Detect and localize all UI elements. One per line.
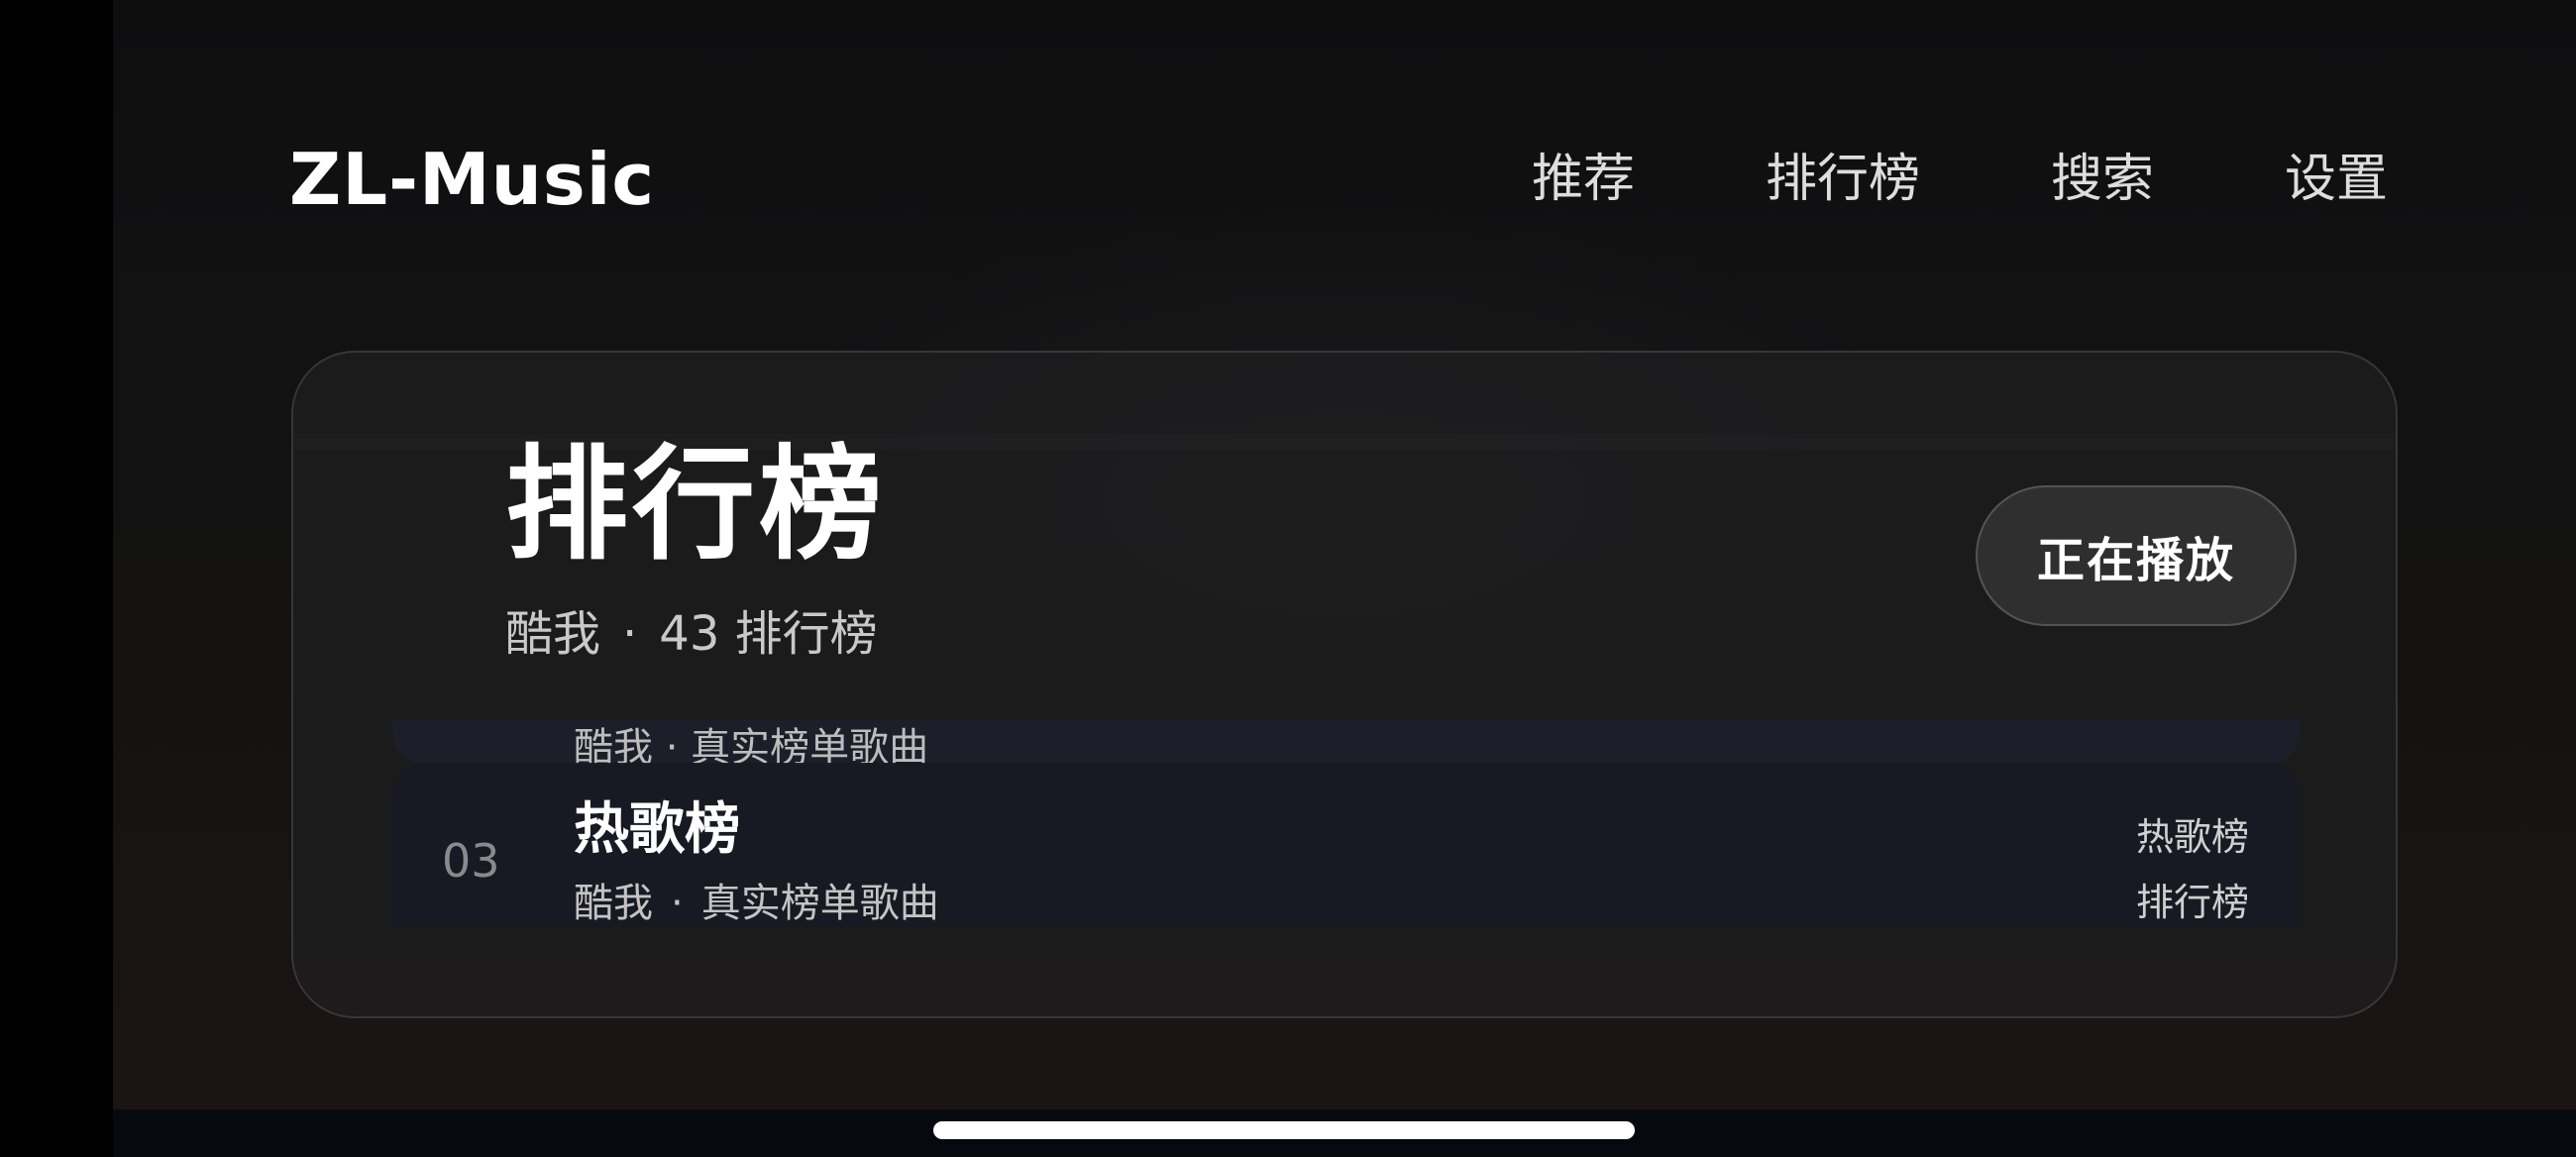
- screen: ZL-Music 推荐 排行榜 搜索 设置 排行榜 酷我 · 43 排行榜 正在播放…: [0, 0, 2576, 1157]
- list-item-index: 03: [442, 834, 500, 888]
- charts-panel: 排行榜 酷我 · 43 排行榜 正在播放 酷我 · 真实榜单歌曲 03 热歌榜 酷我…: [291, 351, 2398, 1018]
- subtitle-count: 43 排行榜: [659, 606, 878, 662]
- subtitle-separator: ·: [622, 606, 638, 662]
- list-item-source: 酷我: [574, 881, 653, 926]
- page-title: 排行榜: [505, 434, 887, 577]
- list-item-meta: 酷我 · 真实榜单歌曲: [574, 884, 939, 923]
- now-playing-button[interactable]: 正在播放: [1976, 485, 2297, 626]
- list-item-tag-primary: 热歌榜: [2135, 815, 2249, 859]
- top-nav: 推荐 排行榜 搜索 设置: [1532, 154, 2388, 205]
- list-item[interactable]: 03 热歌榜 酷我 · 真实榜单歌曲 热歌榜 排行榜: [392, 763, 2301, 927]
- chart-list[interactable]: 酷我 · 真实榜单歌曲 03 热歌榜 酷我 · 真实榜单歌曲 热歌榜 排行榜: [392, 719, 2301, 927]
- nav-item-settings[interactable]: 设置: [2285, 154, 2388, 205]
- nav-item-charts[interactable]: 排行榜: [1766, 154, 1920, 205]
- list-item-title: 热歌榜: [574, 797, 740, 862]
- list-item-separator: ·: [671, 881, 684, 926]
- subtitle-source: 酷我: [505, 606, 601, 662]
- panel-subtitle: 酷我 · 43 排行榜: [505, 610, 878, 658]
- app-logo: ZL-Music: [289, 138, 656, 221]
- app-window: ZL-Music 推荐 排行榜 搜索 设置 排行榜 酷我 · 43 排行榜 正在播放…: [113, 0, 2576, 1109]
- list-item[interactable]: 酷我 · 真实榜单歌曲: [392, 719, 2301, 771]
- home-indicator[interactable]: [933, 1121, 1635, 1139]
- nav-item-recommend[interactable]: 推荐: [1532, 154, 1635, 205]
- list-item-tag-secondary: 排行榜: [2135, 881, 2249, 924]
- nav-item-search[interactable]: 搜索: [2051, 154, 2154, 205]
- list-item-description: 真实榜单歌曲: [700, 881, 939, 926]
